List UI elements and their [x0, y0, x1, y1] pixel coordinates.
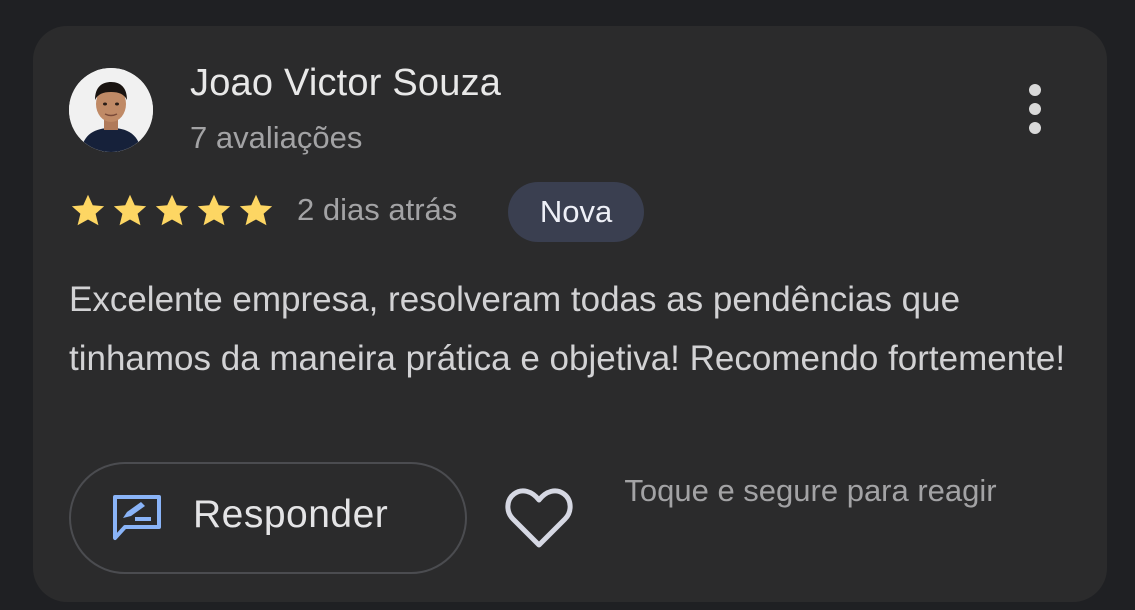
avatar-image [69, 68, 153, 152]
star-icon [237, 191, 275, 231]
badge-label: Nova [539, 194, 613, 229]
menu-dot [1029, 122, 1041, 134]
star-rating [69, 191, 275, 231]
star-icon [69, 191, 107, 231]
review-card: Joao Victor Souza 7 avaliações 2 dias at… [33, 26, 1107, 602]
reply-icon [111, 494, 163, 542]
reply-button[interactable]: Responder [69, 462, 467, 574]
menu-dot [1029, 103, 1041, 115]
menu-dot [1029, 84, 1041, 96]
new-badge: Nova [508, 182, 644, 242]
reviewer-name[interactable]: Joao Victor Souza [190, 62, 501, 105]
star-icon [153, 191, 191, 231]
reply-label: Responder [193, 493, 389, 536]
review-count: 7 avaliações [190, 120, 363, 155]
review-text: Excelente empresa, resolveram todas as p… [69, 280, 1066, 378]
react-hint: Toque e segure para reagir [624, 473, 997, 508]
review-date: 2 dias atrás [297, 192, 458, 227]
star-icon [111, 191, 149, 231]
heart-icon [504, 485, 574, 551]
like-button[interactable] [504, 485, 574, 551]
star-icon [195, 191, 233, 231]
avatar[interactable] [69, 68, 153, 152]
more-options-button[interactable] [1013, 78, 1057, 140]
